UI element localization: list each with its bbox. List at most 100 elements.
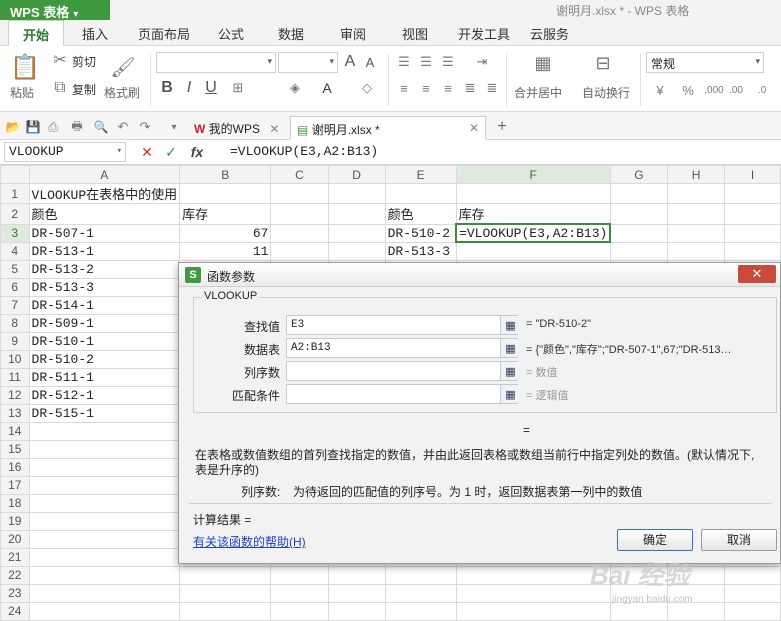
auto-wrap-label[interactable]: 自动换行 — [582, 84, 630, 101]
redo-icon[interactable]: ↷ — [138, 119, 152, 134]
auto-wrap-icon[interactable]: ⊟ — [592, 52, 614, 74]
format-painter-icon[interactable]: 🖌 — [110, 52, 136, 82]
cut-label[interactable]: 剪切 — [72, 53, 96, 70]
cell-a14[interactable] — [28, 421, 181, 441]
row-header-23[interactable]: 23 — [0, 583, 30, 603]
chevron-down-icon[interactable]: ▾ — [168, 120, 180, 134]
cell-a7[interactable]: DR-514-1 — [28, 295, 181, 315]
cell-a1[interactable]: VLOOKUP在表格中的使用 — [28, 183, 181, 204]
col-index-input[interactable] — [286, 361, 518, 381]
column-header-d[interactable]: D — [327, 165, 386, 184]
italic-button[interactable]: I — [182, 79, 196, 96]
cell-d3[interactable] — [327, 223, 386, 243]
align-top-icon[interactable]: ☰ — [396, 54, 412, 70]
cell-b1[interactable] — [179, 183, 272, 204]
cell-i3[interactable] — [724, 223, 781, 243]
row-header-11[interactable]: 11 — [0, 367, 30, 387]
insert-function-icon[interactable]: fx — [188, 144, 206, 160]
cell-e1[interactable] — [384, 183, 457, 204]
tab-view[interactable]: 视图 — [402, 24, 428, 43]
font-color-icon[interactable]: A — [318, 80, 336, 96]
cell-c1[interactable] — [270, 183, 329, 204]
row-header-1[interactable]: 1 — [0, 183, 30, 204]
range-picker-icon[interactable]: ▦ — [500, 362, 520, 380]
cell-g2[interactable] — [609, 203, 669, 225]
row-header-9[interactable]: 9 — [0, 331, 30, 351]
cell-i22[interactable] — [724, 565, 781, 585]
cell-h2[interactable] — [667, 203, 726, 225]
cell-d23[interactable] — [327, 583, 386, 603]
cell-a6[interactable]: DR-513-3 — [28, 277, 181, 297]
row-header-16[interactable]: 16 — [0, 457, 30, 477]
cell-e3[interactable]: DR-510-2 — [384, 223, 457, 243]
row-header-5[interactable]: 5 — [0, 259, 30, 279]
column-header-f[interactable]: F — [455, 165, 611, 184]
cell-b2[interactable]: 库存 — [179, 203, 272, 225]
app-menu-button[interactable]: WPS 表格 ▾ — [0, 0, 110, 20]
font-family-select[interactable]: ▾ — [156, 52, 276, 73]
new-tab-icon[interactable]: + — [494, 118, 510, 136]
row-header-2[interactable]: 2 — [0, 203, 30, 225]
cell-h3[interactable] — [667, 223, 726, 243]
cell-e23[interactable] — [384, 583, 457, 603]
cell-c3[interactable] — [270, 223, 329, 243]
cell-a9[interactable]: DR-510-1 — [28, 331, 181, 351]
cell-d4[interactable] — [327, 241, 386, 261]
lookup-value-input[interactable]: E3 — [286, 315, 518, 335]
row-header-12[interactable]: 12 — [0, 385, 30, 405]
copy-label[interactable]: 复制 — [72, 81, 96, 98]
cell-a5[interactable]: DR-513-2 — [28, 259, 181, 279]
cancel-button[interactable]: 取消 — [701, 529, 777, 551]
tab-file[interactable]: ▤ 谢明月.xlsx * ✕ — [290, 116, 486, 140]
row-header-22[interactable]: 22 — [0, 565, 30, 585]
cell-f24[interactable] — [455, 601, 611, 621]
cell-h4[interactable] — [667, 241, 726, 261]
decrease-decimal-icon[interactable]: .0 — [752, 82, 772, 98]
cell-a24[interactable] — [28, 601, 181, 621]
cell-b24[interactable] — [179, 601, 272, 621]
tab-home[interactable]: 开始 — [8, 20, 65, 47]
row-header-3[interactable]: 3 — [0, 223, 30, 243]
range-picker-icon[interactable]: ▦ — [500, 385, 520, 403]
row-header-10[interactable]: 10 — [0, 349, 30, 369]
increase-decimal-icon[interactable]: .00 — [726, 82, 746, 98]
currency-icon[interactable]: ¥ — [650, 82, 670, 98]
cell-a2[interactable]: 颜色 — [28, 203, 181, 225]
select-all-corner[interactable] — [0, 165, 30, 184]
align-right-icon[interactable]: ≡ — [440, 80, 456, 96]
merge-center-icon[interactable]: ▦ — [532, 52, 554, 74]
folder-icon[interactable]: 📂 — [6, 120, 21, 134]
column-header-h[interactable]: H — [667, 165, 726, 184]
cell-a3[interactable]: DR-507-1 — [28, 223, 181, 243]
percent-icon[interactable]: % — [678, 82, 698, 98]
cell-e22[interactable] — [384, 565, 457, 585]
cell-d22[interactable] — [327, 565, 386, 585]
cell-a23[interactable] — [28, 583, 181, 603]
cell-a12[interactable]: DR-512-1 — [28, 385, 181, 405]
preview-icon[interactable]: 🔍 — [94, 120, 109, 134]
cell-c23[interactable] — [270, 583, 329, 603]
row-header-6[interactable]: 6 — [0, 277, 30, 297]
thousands-icon[interactable]: ,000 — [704, 82, 724, 98]
cell-e2[interactable]: 颜色 — [384, 203, 457, 225]
tab-my-wps[interactable]: W 我的WPS ✕ — [188, 116, 285, 140]
cell-a15[interactable] — [28, 439, 181, 459]
bold-button[interactable]: B — [160, 79, 174, 96]
cell-i23[interactable] — [724, 583, 781, 603]
distribute-icon[interactable]: ≣ — [484, 80, 500, 96]
cell-e24[interactable] — [384, 601, 457, 621]
merge-center-label[interactable]: 合并居中 — [514, 84, 562, 101]
cancel-icon[interactable]: ✕ — [140, 144, 154, 160]
cell-g1[interactable] — [609, 183, 669, 204]
name-box[interactable]: VLOOKUP ▾ — [4, 142, 126, 162]
align-left-icon[interactable]: ≡ — [396, 80, 412, 96]
row-header-14[interactable]: 14 — [0, 421, 30, 441]
cell-f23[interactable] — [455, 583, 611, 603]
cell-h1[interactable] — [667, 183, 726, 204]
format-painter-label[interactable]: 格式刷 — [104, 84, 140, 101]
cell-i1[interactable] — [724, 183, 781, 204]
cell-d2[interactable] — [327, 203, 386, 225]
tab-developer[interactable]: 开发工具 — [458, 24, 510, 43]
column-header-g[interactable]: G — [609, 165, 669, 184]
cell-a16[interactable] — [28, 457, 181, 477]
